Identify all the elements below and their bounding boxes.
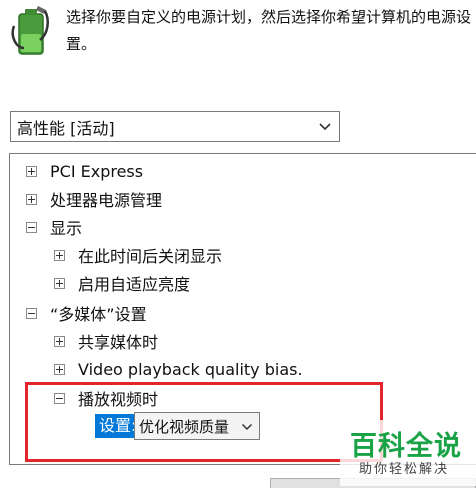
chevron-down-icon — [241, 423, 253, 431]
collapse-icon[interactable] — [26, 307, 37, 319]
power-plan-value: 高性能 [活动] — [17, 118, 115, 138]
chevron-down-icon — [319, 123, 331, 131]
tree-node-label: “多媒体”设置 — [50, 305, 147, 324]
tree-node-multimedia[interactable]: “多媒体”设置 — [26, 299, 147, 327]
tree-node-playing-video[interactable]: 播放视频时 — [54, 384, 158, 412]
expand-icon[interactable] — [54, 277, 65, 289]
expand-icon[interactable] — [54, 335, 65, 347]
tree-node-video-quality-bias[interactable]: Video playback quality bias. — [54, 355, 303, 383]
setting-label: 设置: — [95, 414, 134, 438]
tree-node-label: Video playback quality bias. — [78, 359, 303, 379]
expand-icon[interactable] — [26, 165, 37, 177]
tree-node-turn-off-display[interactable]: 在此时间后关闭显示 — [54, 241, 222, 269]
tree-node-processor-power[interactable]: 处理器电源管理 — [26, 185, 162, 213]
expand-icon[interactable] — [54, 249, 65, 261]
watermark: 百科全说 助你轻松解决 — [340, 420, 476, 486]
tree-node-pci-express[interactable]: PCI Express — [26, 157, 143, 185]
collapse-icon[interactable] — [26, 221, 37, 233]
expand-icon[interactable] — [54, 363, 65, 375]
tree-node-sharing-media[interactable]: 共享媒体时 — [54, 327, 158, 355]
watermark-subtitle: 助你轻松解决 — [359, 462, 450, 477]
expand-icon[interactable] — [26, 193, 37, 205]
setting-value: 优化视频质量 — [139, 417, 230, 436]
setting-value-dropdown[interactable]: 优化视频质量 — [134, 412, 260, 440]
power-plan-dropdown[interactable]: 高性能 [活动] — [10, 111, 340, 142]
tree-node-label: 在此时间后关闭显示 — [78, 247, 223, 266]
tree-node-label: 启用自适应亮度 — [78, 275, 191, 294]
tree-node-label: 共享媒体时 — [78, 333, 159, 352]
tree-node-label: 显示 — [50, 219, 83, 238]
plan-description: 选择你要自定义的电源计划，然后选择你希望计算机的电源设置。 — [66, 8, 472, 53]
tree-node-label: 播放视频时 — [78, 390, 159, 409]
power-plan-battery-icon — [11, 6, 49, 55]
collapse-icon[interactable] — [54, 392, 65, 404]
tree-node-adaptive-brightness[interactable]: 启用自适应亮度 — [54, 269, 190, 297]
setting-row: 设置: 优化视频质量 — [95, 412, 260, 440]
tree-node-label: PCI Express — [50, 161, 144, 181]
tree-node-display[interactable]: 显示 — [26, 213, 82, 241]
tree-node-label: 处理器电源管理 — [50, 191, 163, 210]
